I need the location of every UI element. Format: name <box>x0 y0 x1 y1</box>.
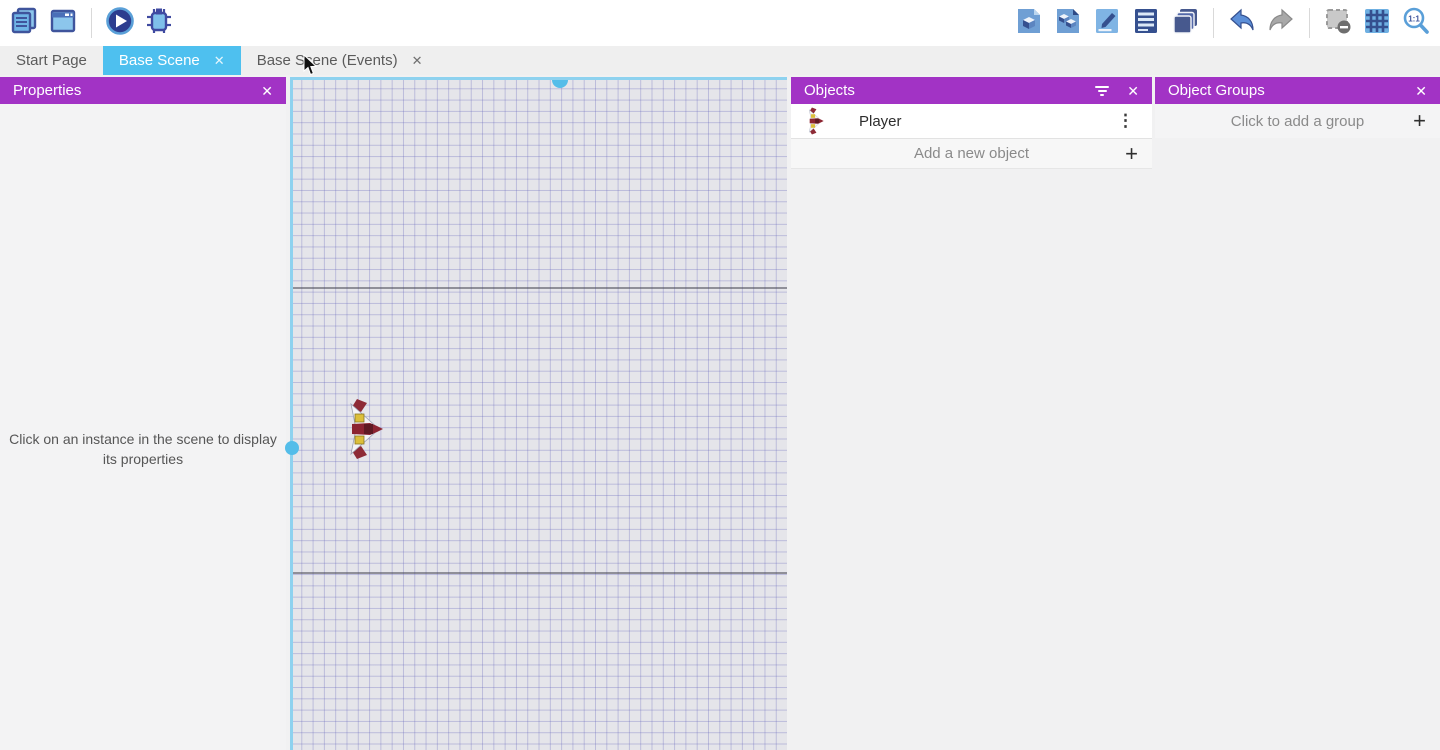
tab-base-scene-events[interactable]: Base Scene (Events) ✕ <box>241 46 439 75</box>
toolbar-separator <box>1213 8 1214 38</box>
toolbar-left-group <box>8 7 175 39</box>
window-mask-button[interactable] <box>1322 7 1354 39</box>
plus-icon[interactable]: + <box>1125 143 1138 165</box>
preview-window-icon <box>48 6 78 41</box>
svg-text:1:1: 1:1 <box>1408 14 1420 23</box>
project-manager-icon <box>9 6 39 41</box>
toolbar-separator <box>91 8 92 38</box>
panel-title: Objects <box>804 82 855 99</box>
add-object-label: Add a new object <box>791 145 1152 162</box>
properties-panel-header: Properties ✕ <box>0 77 286 104</box>
close-icon[interactable]: ✕ <box>1127 84 1139 98</box>
edit-scene-icon <box>1092 6 1122 41</box>
project-manager-button[interactable] <box>8 7 40 39</box>
top-toolbar: 1:1 <box>0 0 1440 46</box>
properties-panel: Properties ✕ Click on an instance in the… <box>0 77 286 750</box>
preview-window-button[interactable] <box>47 7 79 39</box>
tab-close-icon[interactable]: ✕ <box>412 54 423 67</box>
tab-label: Base Scene <box>119 52 200 69</box>
edit-scene-button[interactable] <box>1091 7 1123 39</box>
selection-handle-left[interactable] <box>285 441 299 455</box>
tab-label: Base Scene (Events) <box>257 52 398 69</box>
undo-icon <box>1227 6 1257 41</box>
panel-title: Object Groups <box>1168 82 1265 99</box>
object-row-player[interactable]: Player ⋮ <box>791 104 1152 139</box>
player-instance-sprite[interactable] <box>348 398 384 460</box>
debug-icon <box>144 6 174 41</box>
add-object-row[interactable]: Add a new object + <box>791 139 1152 169</box>
object-menu-icon[interactable]: ⋮ <box>1113 111 1138 131</box>
properties-placeholder-message: Click on an instance in the scene to dis… <box>8 429 278 470</box>
toolbar-right-group: 1:1 <box>1013 7 1432 39</box>
zoom-1-1-button[interactable]: 1:1 <box>1400 7 1432 39</box>
scene-window-border-bottom <box>290 572 787 574</box>
close-icon[interactable]: ✕ <box>1415 84 1427 98</box>
object-name: Player <box>859 113 1113 130</box>
tab-base-scene[interactable]: Base Scene ✕ <box>103 46 241 75</box>
filter-icon[interactable] <box>1095 86 1109 96</box>
objects-panel: Objects ✕ Player ⋮ Add a new object + <box>791 77 1152 750</box>
add-group-row[interactable]: Click to add a group + <box>1155 104 1440 138</box>
player-object-thumbnail <box>805 107 827 135</box>
tab-start-page[interactable]: Start Page <box>0 46 103 75</box>
grid-icon <box>1362 6 1392 41</box>
selection-handle-top[interactable] <box>552 80 568 88</box>
play-preview-button[interactable] <box>104 7 136 39</box>
play-icon <box>105 6 135 41</box>
object-groups-panel: Object Groups ✕ Click to add a group + <box>1155 77 1440 750</box>
close-icon[interactable]: ✕ <box>261 84 273 98</box>
undo-button[interactable] <box>1226 7 1258 39</box>
instances-list-icon <box>1131 6 1161 41</box>
tab-close-icon[interactable]: ✕ <box>214 54 225 67</box>
scene-editor-canvas[interactable] <box>290 77 787 750</box>
selection-edge-left <box>290 77 293 750</box>
redo-button[interactable] <box>1265 7 1297 39</box>
add-object-icon <box>1014 6 1044 41</box>
object-groups-button[interactable] <box>1052 7 1084 39</box>
tab-label: Start Page <box>16 52 87 69</box>
panel-title: Properties <box>13 82 81 99</box>
grid-toggle-button[interactable] <box>1361 7 1393 39</box>
object-groups-panel-header: Object Groups ✕ <box>1155 77 1440 104</box>
selection-edge-top <box>290 77 787 80</box>
debug-button[interactable] <box>143 7 175 39</box>
window-mask-icon <box>1323 6 1353 41</box>
tab-bar: Start Page Base Scene ✕ Base Scene (Even… <box>0 46 1440 75</box>
redo-icon <box>1266 6 1296 41</box>
layers-button[interactable] <box>1169 7 1201 39</box>
instances-list-button[interactable] <box>1130 7 1162 39</box>
zoom-1-1-icon: 1:1 <box>1401 6 1431 41</box>
add-object-button[interactable] <box>1013 7 1045 39</box>
scene-window-border-top <box>290 287 787 289</box>
layers-icon <box>1170 6 1200 41</box>
add-group-label: Click to add a group <box>1155 113 1440 130</box>
objects-panel-header: Objects ✕ <box>791 77 1152 104</box>
toolbar-separator <box>1309 8 1310 38</box>
object-groups-icon <box>1053 6 1083 41</box>
plus-icon[interactable]: + <box>1413 110 1426 132</box>
